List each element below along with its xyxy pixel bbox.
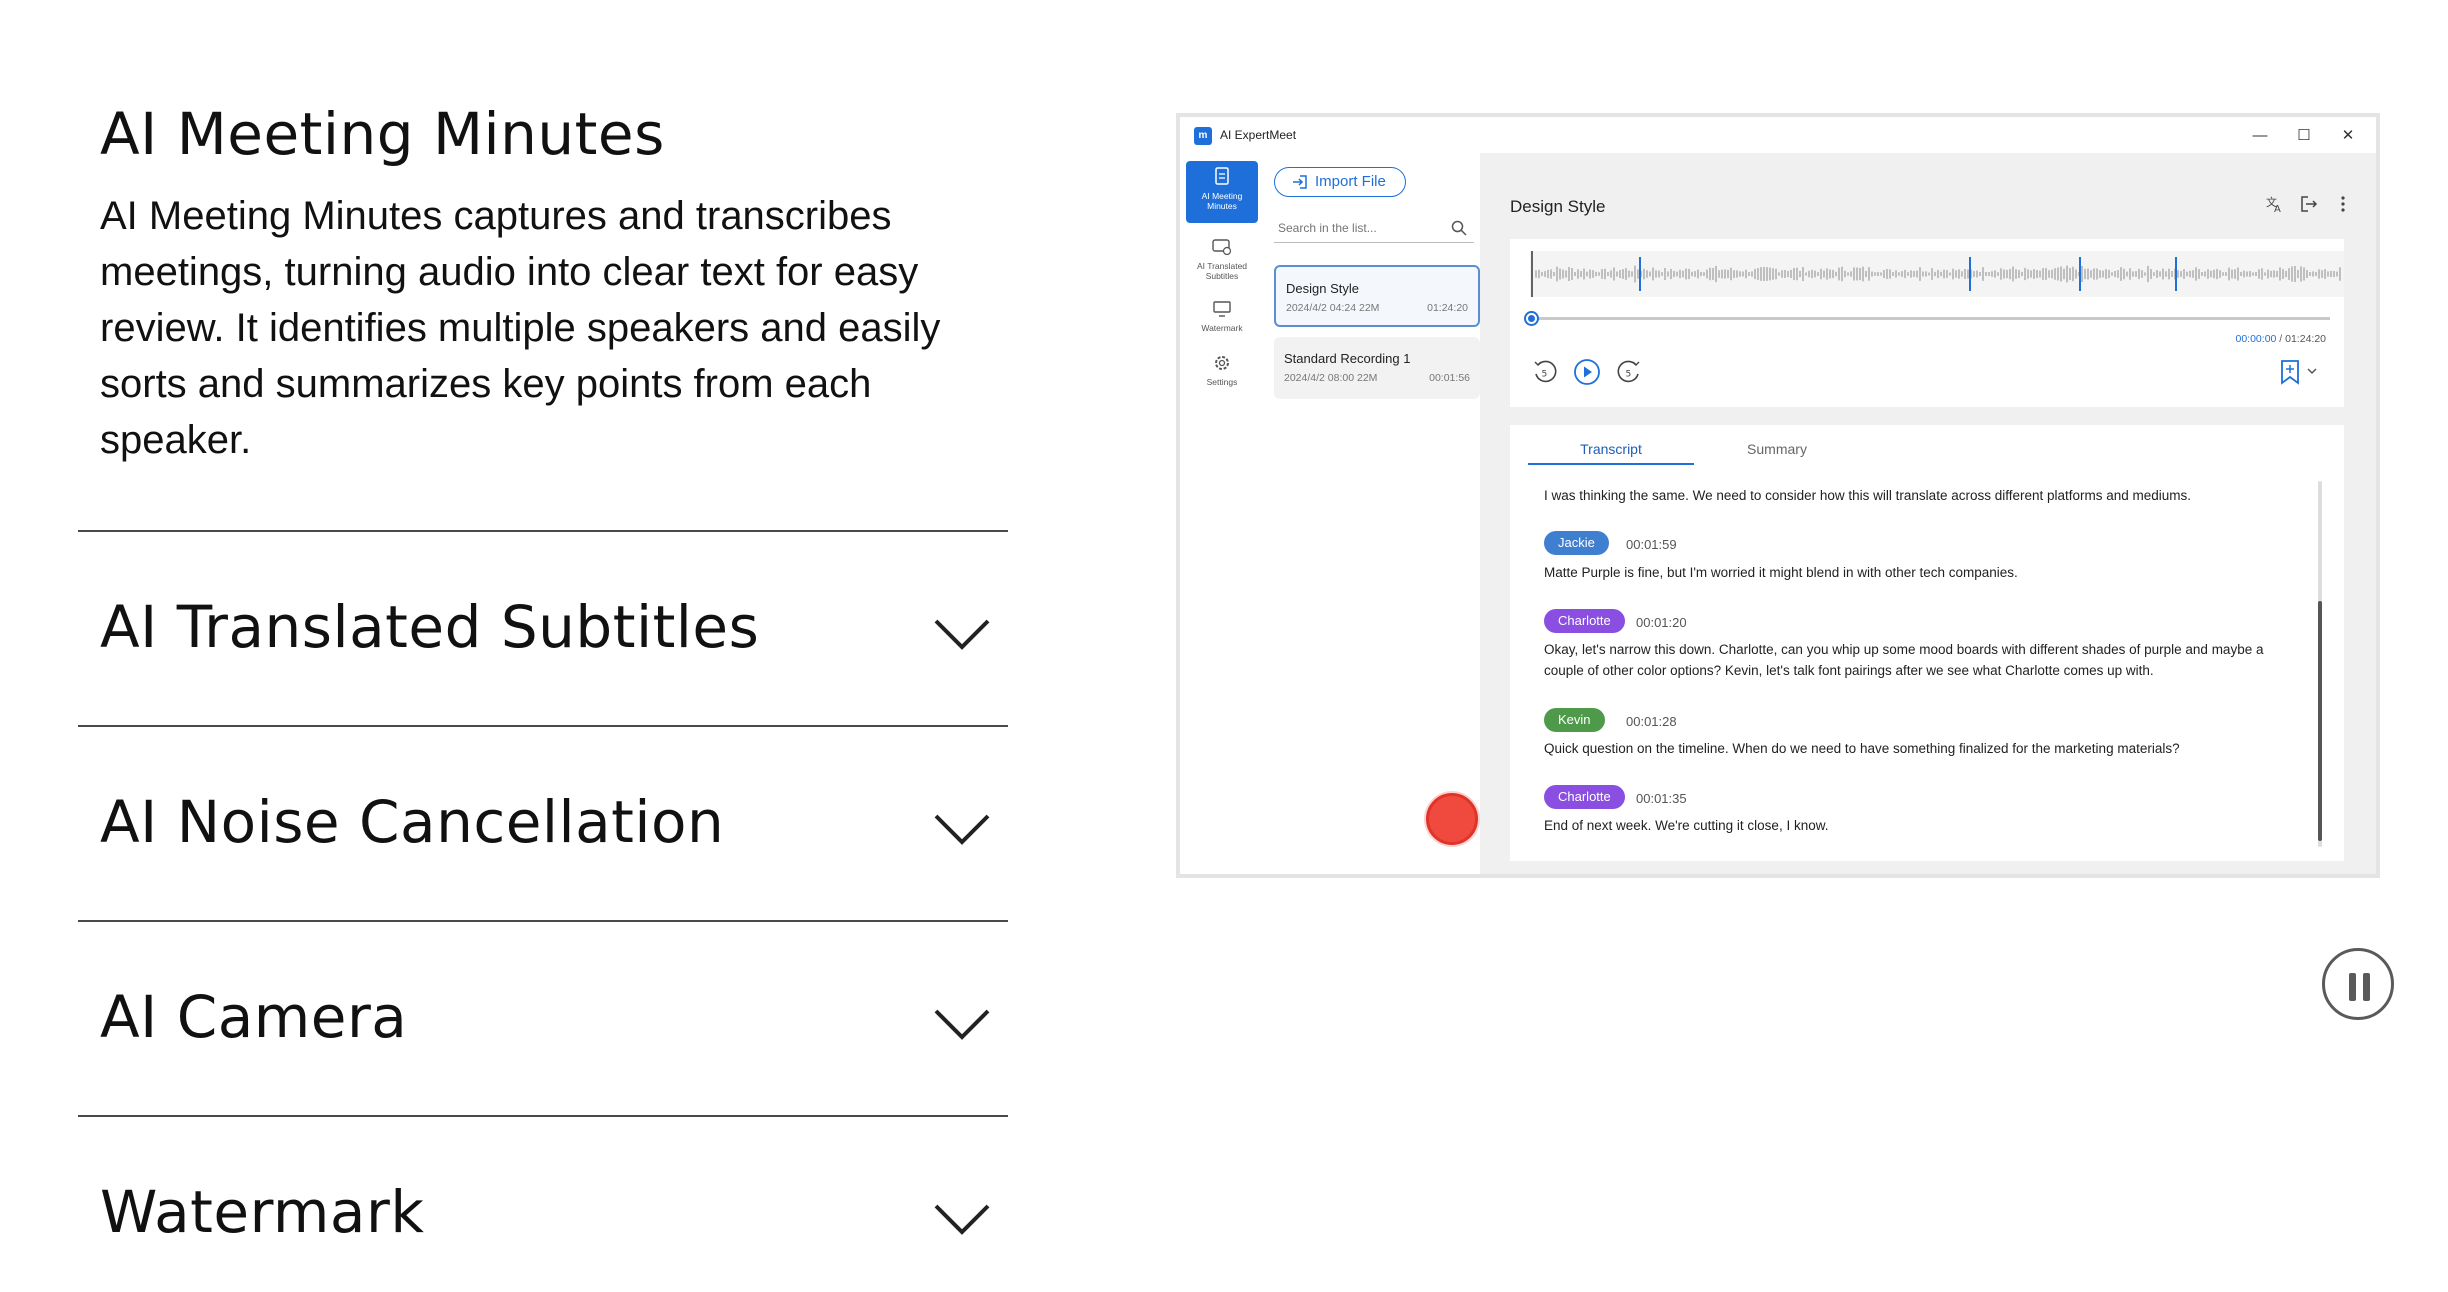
- transcript-line: Quick question on the timeline. When do …: [1544, 741, 2180, 756]
- forward-5-icon[interactable]: 5: [1614, 357, 1644, 387]
- feature-title-ai-meeting-minutes: AI Meeting Minutes: [100, 100, 665, 168]
- feature-description: AI Meeting Minutes captures and transcri…: [100, 194, 941, 462]
- nav-item-ai-meeting-minutes[interactable]: AI Meeting Minutes: [1186, 161, 1258, 223]
- recording-meta: 2024/4/2 04:24 22M: [1286, 302, 1380, 314]
- nav-item-ai-translated-subtitles[interactable]: AI Translated Subtitles: [1186, 231, 1258, 281]
- accordion-label: AI Noise Cancellation: [100, 788, 725, 856]
- nav-label: Settings: [1206, 377, 1238, 387]
- minimize-button[interactable]: —: [2240, 123, 2280, 149]
- tab-summary[interactable]: Summary: [1694, 441, 1860, 457]
- maximize-button[interactable]: ☐: [2284, 123, 2324, 149]
- recording-name: Standard Recording 1: [1284, 351, 1411, 366]
- accordion-label: AI Translated Subtitles: [100, 593, 760, 661]
- transcript-line: Matte Purple is fine, but I'm worried it…: [1544, 565, 2018, 580]
- timestamp[interactable]: 00:01:20: [1636, 615, 1687, 630]
- transcript-line: End of next week. We're cutting it close…: [1544, 818, 1829, 833]
- recording-item-standard-recording-1[interactable]: Standard Recording 1 2024/4/2 08:00 22M …: [1274, 337, 1480, 399]
- gear-icon: [1215, 356, 1229, 370]
- chevron-down-icon: [934, 814, 990, 845]
- chevron-down-icon: [934, 1204, 990, 1235]
- side-nav: AI Meeting Minutes AI Translated Subtitl…: [1180, 153, 1260, 874]
- title-bar: m AI ExpertMeet — ☐ ✕: [1180, 117, 2376, 153]
- more-icon[interactable]: [2332, 193, 2354, 215]
- recording-title: Design Style: [1510, 197, 1606, 216]
- accordion-ai-camera[interactable]: AI Camera: [78, 935, 1008, 1085]
- search-icon[interactable]: [1450, 219, 1468, 237]
- accordion-label: AI Camera: [100, 983, 408, 1051]
- time-current: 00:00:00: [2235, 333, 2277, 345]
- transcript-line: Okay, let's narrow this down. Charlotte,…: [1544, 642, 2264, 678]
- nav-item-watermark[interactable]: Watermark: [1186, 293, 1258, 333]
- app-screenshot: m AI ExpertMeet — ☐ ✕ AI Meeting Minutes…: [1176, 113, 2380, 878]
- app-name: AI ExpertMeet: [1220, 128, 1297, 142]
- main-panel: Design Style 文A 00:00:00 / 01:24:20 5 5 …: [1480, 153, 2376, 874]
- skip-forward-seconds: 5: [1626, 370, 1632, 380]
- nav-item-settings[interactable]: Settings: [1186, 347, 1258, 387]
- divider: [78, 725, 1008, 727]
- progress-track[interactable]: [1524, 311, 2330, 326]
- speaker-badge-jackie[interactable]: Jackie: [1544, 531, 1609, 555]
- import-file-label: Import File: [1315, 173, 1386, 190]
- recording-item-design-style[interactable]: Design Style 2024/4/2 04:24 22M 01:24:20: [1274, 265, 1480, 327]
- transcript-line: I was thinking the same. We need to cons…: [1544, 488, 2192, 503]
- import-file-button[interactable]: Import File: [1274, 167, 1406, 197]
- record-button[interactable]: [1426, 793, 1478, 845]
- divider: [78, 530, 1008, 532]
- pause-icon: [2363, 973, 2370, 1001]
- scroll-thumb[interactable]: [2318, 601, 2322, 841]
- monitor-icon: [1213, 301, 1231, 317]
- translate-icon[interactable]: 文A: [2264, 193, 2286, 215]
- timestamp[interactable]: 00:01:28: [1626, 714, 1677, 729]
- pause-button[interactable]: [2322, 948, 2394, 1020]
- recording-duration: 01:24:20: [1427, 302, 1468, 314]
- timestamp[interactable]: 00:01:59: [1626, 537, 1677, 552]
- close-button[interactable]: ✕: [2328, 123, 2368, 149]
- transcript-scrollbar[interactable]: [2318, 481, 2322, 847]
- progress-handle[interactable]: [1524, 311, 1539, 326]
- time-readout: 00:00:00 / 01:24:20: [2236, 333, 2327, 345]
- rewind-5-icon[interactable]: 5: [1530, 357, 1560, 387]
- search-box: [1274, 215, 1474, 243]
- header-actions: 文A: [2264, 193, 2354, 219]
- timestamp[interactable]: 00:01:35: [1636, 791, 1687, 806]
- nav-label: AI Meeting Minutes: [1201, 191, 1243, 211]
- recording-name: Design Style: [1286, 281, 1359, 296]
- app-logo: m: [1194, 127, 1212, 145]
- transcript-panel: Transcript Summary I was thinking the sa…: [1510, 425, 2344, 861]
- nav-label: Watermark: [1201, 323, 1243, 333]
- subtitles-icon: [1212, 239, 1232, 256]
- recording-list-pane: Import File Design Style 2024/4/2 04:24 …: [1260, 153, 1480, 874]
- accordion-label: Watermark: [100, 1178, 425, 1246]
- chevron-down-icon: [934, 1009, 990, 1040]
- recording-meta: 2024/4/2 08:00 22M: [1284, 372, 1378, 384]
- speaker-badge-charlotte[interactable]: Charlotte: [1544, 785, 1625, 809]
- accordion-ai-translated-subtitles[interactable]: AI Translated Subtitles: [78, 545, 1008, 695]
- time-total: / 01:24:20: [2276, 333, 2326, 345]
- accordion-ai-noise-cancellation[interactable]: AI Noise Cancellation: [78, 740, 1008, 890]
- nav-label: AI Translated Subtitles: [1196, 261, 1248, 281]
- tab-transcript[interactable]: Transcript: [1528, 441, 1694, 465]
- pause-icon: [2349, 973, 2356, 1001]
- divider: [78, 1115, 1008, 1117]
- waveform[interactable]: [1530, 251, 2344, 297]
- skip-back-seconds: 5: [1542, 370, 1548, 380]
- svg-text:A: A: [2274, 204, 2281, 215]
- accordion-watermark[interactable]: Watermark: [78, 1130, 1008, 1280]
- play-icon[interactable]: [1572, 357, 1602, 387]
- speaker-badge-kevin[interactable]: Kevin: [1544, 708, 1605, 732]
- bookmark-icon[interactable]: [2276, 357, 2324, 387]
- divider: [78, 920, 1008, 922]
- chevron-down-icon: [934, 619, 990, 650]
- export-icon[interactable]: [2298, 193, 2320, 215]
- audio-player: 00:00:00 / 01:24:20 5 5: [1510, 239, 2344, 407]
- recording-duration: 00:01:56: [1429, 372, 1470, 384]
- import-icon: [1293, 175, 1307, 189]
- document-icon: [1215, 167, 1229, 185]
- search-input[interactable]: [1274, 215, 1444, 241]
- speaker-badge-charlotte[interactable]: Charlotte: [1544, 609, 1625, 633]
